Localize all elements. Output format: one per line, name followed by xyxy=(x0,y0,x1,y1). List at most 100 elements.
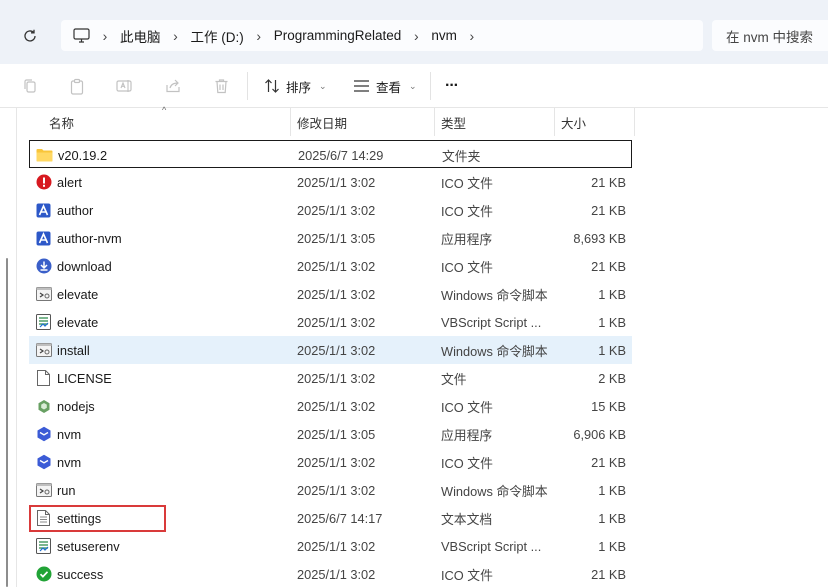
file-date: 2025/1/1 3:02 xyxy=(297,538,376,554)
file-name: install xyxy=(57,342,90,358)
file-type: ICO 文件 xyxy=(441,567,493,583)
file-size: 15 KB xyxy=(591,398,626,414)
rename-button[interactable] xyxy=(115,76,135,96)
file-size: 21 KB xyxy=(591,566,626,582)
command-bar: 排序 ⌄ 查看 ⌄ ··· xyxy=(0,64,828,108)
column-header-type[interactable]: 类型 xyxy=(441,108,466,136)
breadcrumb-drive-d[interactable]: 工作 (D:) xyxy=(191,26,244,46)
file-row-author-nvm[interactable]: author-nvm 2025/1/1 3:05 应用程序 8,693 KB xyxy=(29,224,632,252)
file-type: ICO 文件 xyxy=(441,203,493,219)
file-type: Windows 命令脚本 xyxy=(441,343,548,359)
file-size: 1 KB xyxy=(598,314,626,330)
computer-icon xyxy=(73,28,90,43)
toolbar-divider xyxy=(430,72,431,100)
column-header-size[interactable]: 大小 xyxy=(561,108,586,136)
copy-button[interactable] xyxy=(20,76,40,96)
cmd-script-icon xyxy=(35,482,52,499)
folder-icon xyxy=(36,147,53,164)
copy-icon xyxy=(24,79,36,93)
file-name: download xyxy=(57,258,112,274)
file-row-run[interactable]: run 2025/1/1 3:02 Windows 命令脚本 1 KB xyxy=(29,476,632,504)
file-date: 2025/6/7 14:17 xyxy=(297,510,383,526)
search-input[interactable]: 在 nvm 中搜索 xyxy=(712,20,828,51)
file-type: ICO 文件 xyxy=(441,399,493,415)
paste-button[interactable] xyxy=(67,76,87,96)
file-row-settings[interactable]: settings 2025/6/7 14:17 文本文档 1 KB xyxy=(29,504,632,532)
sort-label: 排序 xyxy=(286,80,312,95)
more-options-button[interactable]: ··· xyxy=(445,74,459,98)
navigation-scrollbar[interactable] xyxy=(6,258,8,587)
file-date: 2025/1/1 3:02 xyxy=(297,566,376,582)
file-size: 1 KB xyxy=(598,510,626,526)
address-bar-area: › 此电脑 › 工作 (D:) › ProgrammingRelated › n… xyxy=(0,0,828,64)
file-row-success[interactable]: success 2025/1/1 3:02 ICO 文件 21 KB xyxy=(29,560,632,587)
sort-icon xyxy=(265,79,279,93)
file-type: ICO 文件 xyxy=(441,175,493,191)
file-size: 2 KB xyxy=(598,370,626,386)
refresh-button[interactable] xyxy=(20,26,40,46)
view-list-icon xyxy=(354,80,369,92)
file-date: 2025/1/1 3:05 xyxy=(297,426,376,442)
pane-divider[interactable] xyxy=(16,108,17,587)
file-row-v20.19.2[interactable]: v20.19.2 2025/6/7 14:29 文件夹 xyxy=(29,140,632,168)
file-row-author[interactable]: author 2025/1/1 3:02 ICO 文件 21 KB xyxy=(29,196,632,224)
file-name: nvm xyxy=(57,454,82,470)
file-row-elevate-cmd[interactable]: elevate 2025/1/1 3:02 Windows 命令脚本 1 KB xyxy=(29,280,632,308)
download-icon xyxy=(35,258,52,275)
alert-icon xyxy=(35,174,52,191)
cmd-script-icon xyxy=(35,286,52,303)
file-type: 文件 xyxy=(441,371,467,387)
file-row-license[interactable]: LICENSE 2025/1/1 3:02 文件 2 KB xyxy=(29,364,632,392)
share-button[interactable] xyxy=(163,76,183,96)
file-name: nodejs xyxy=(57,398,95,414)
file-name: alert xyxy=(57,174,82,190)
file-size: 21 KB xyxy=(591,258,626,274)
file-row-nvm-exe[interactable]: nvm 2025/1/1 3:05 应用程序 6,906 KB xyxy=(29,420,632,448)
column-divider[interactable] xyxy=(290,108,291,136)
column-header-name[interactable]: 名称 xyxy=(49,108,74,136)
breadcrumb-separator[interactable]: › xyxy=(244,28,274,44)
file-type: 应用程序 xyxy=(441,231,493,247)
file-name: author xyxy=(57,202,94,218)
breadcrumb-separator[interactable]: › xyxy=(90,28,120,44)
file-row-nvm-ico[interactable]: nvm 2025/1/1 3:02 ICO 文件 21 KB xyxy=(29,448,632,476)
breadcrumb-nvm[interactable]: nvm xyxy=(431,28,457,43)
file-name: settings xyxy=(57,510,102,526)
column-divider[interactable] xyxy=(554,108,555,136)
file-size: 21 KB xyxy=(591,454,626,470)
delete-button[interactable] xyxy=(211,76,231,96)
sort-ascending-icon: ^ xyxy=(162,105,167,115)
file-type: VBScript Script ... xyxy=(441,538,542,554)
file-date: 2025/1/1 3:02 xyxy=(297,482,376,498)
file-size: 21 KB xyxy=(591,202,626,218)
file-date: 2025/1/1 3:02 xyxy=(297,286,376,302)
sort-button[interactable]: 排序 ⌄ xyxy=(264,74,327,98)
column-header-row: 名称 ^ 修改日期 类型 大小 xyxy=(17,105,635,136)
file-type: 应用程序 xyxy=(441,427,493,443)
breadcrumb-separator[interactable]: › xyxy=(161,28,191,44)
column-divider[interactable] xyxy=(434,108,435,136)
view-button[interactable]: 查看 ⌄ xyxy=(353,74,417,98)
file-size: 6,906 KB xyxy=(573,426,626,442)
file-row-install[interactable]: install 2025/1/1 3:02 Windows 命令脚本 1 KB xyxy=(29,336,632,364)
file-row-alert[interactable]: alert 2025/1/1 3:02 ICO 文件 21 KB xyxy=(29,168,632,196)
author-icon xyxy=(35,202,52,219)
file-name: success xyxy=(57,566,104,582)
chevron-down-icon: ⌄ xyxy=(319,80,327,91)
breadcrumb-separator[interactable]: › xyxy=(457,28,487,44)
file-date: 2025/1/1 3:02 xyxy=(297,314,376,330)
breadcrumb-programming-related[interactable]: ProgrammingRelated xyxy=(274,28,402,43)
toolbar-divider xyxy=(247,72,248,100)
breadcrumb-this-pc[interactable]: 此电脑 xyxy=(120,26,161,46)
column-divider[interactable] xyxy=(634,108,635,136)
file-row-nodejs[interactable]: nodejs 2025/1/1 3:02 ICO 文件 15 KB xyxy=(29,392,632,420)
column-header-date[interactable]: 修改日期 xyxy=(297,108,347,136)
file-size: 1 KB xyxy=(598,342,626,358)
file-row-download[interactable]: download 2025/1/1 3:02 ICO 文件 21 KB xyxy=(29,252,632,280)
file-row-setuserenv[interactable]: setuserenv 2025/1/1 3:02 VBScript Script… xyxy=(29,532,632,560)
file-type: ICO 文件 xyxy=(441,455,493,471)
file-name: nvm xyxy=(57,426,82,442)
address-bar[interactable]: › 此电脑 › 工作 (D:) › ProgrammingRelated › n… xyxy=(61,20,703,51)
breadcrumb-separator[interactable]: › xyxy=(401,28,431,44)
file-row-elevate-vbs[interactable]: elevate 2025/1/1 3:02 VBScript Script ..… xyxy=(29,308,632,336)
